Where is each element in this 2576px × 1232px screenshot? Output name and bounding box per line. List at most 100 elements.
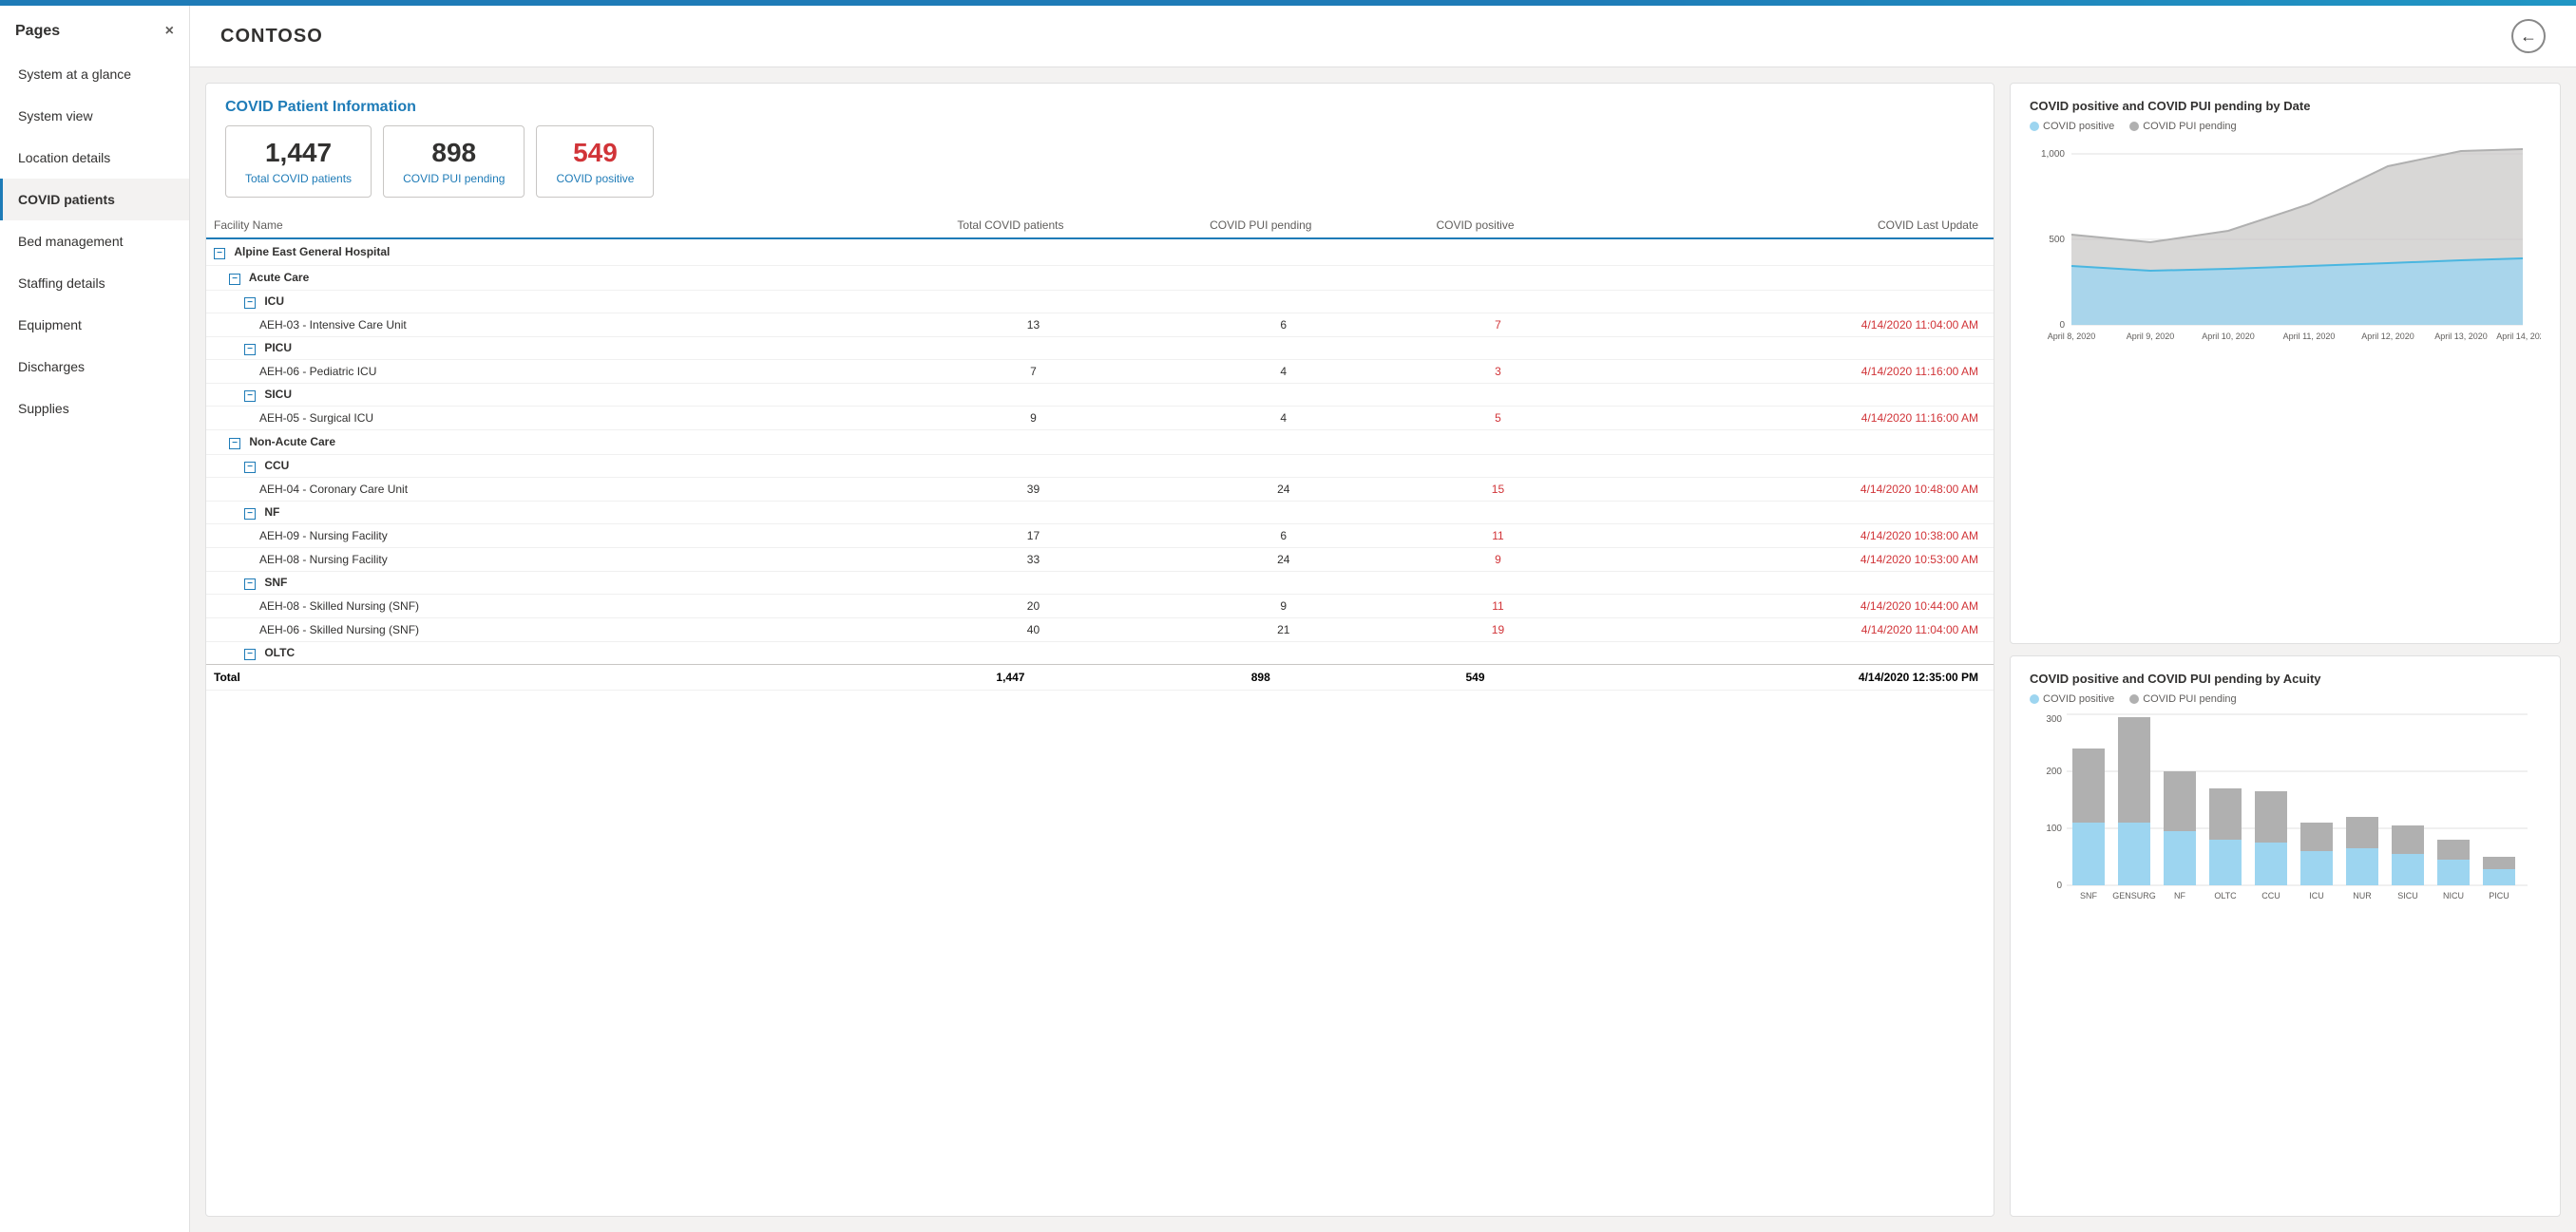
bar-legend-pui: COVID PUI pending — [2129, 693, 2236, 705]
subsubgroup-name: CCU — [264, 459, 289, 472]
row-positive: 7 — [1385, 313, 1564, 337]
expand-icon[interactable]: − — [229, 438, 240, 449]
total-row: Total 1,447 898 549 4/14/2020 12:35:00 P… — [206, 665, 1994, 691]
row-date: 4/14/2020 11:04:00 AM — [1565, 313, 1994, 337]
group-name: Alpine East General Hospital — [234, 245, 390, 258]
sidebar-item-system-view[interactable]: System view — [0, 95, 189, 137]
legend-label-pui: COVID PUI pending — [2143, 121, 2236, 132]
row-total: 17 — [886, 524, 1135, 548]
svg-text:200: 200 — [2046, 767, 2062, 777]
expand-icon[interactable]: − — [244, 649, 256, 660]
bar-nicu-positive — [2437, 860, 2470, 885]
row-pui: 21 — [1135, 618, 1385, 642]
subsubgroup-name: SICU — [264, 388, 292, 401]
bar-nicu-pui — [2437, 840, 2470, 860]
right-panel: COVID positive and COVID PUI pending by … — [2010, 83, 2561, 1217]
row-total: 33 — [886, 548, 1135, 572]
svg-text:500: 500 — [2049, 235, 2065, 245]
row-date: 4/14/2020 10:53:00 AM — [1565, 548, 1994, 572]
content-area: COVID Patient Information 1,447 Total CO… — [190, 67, 2576, 1232]
col-positive[interactable]: COVID positive — [1385, 213, 1564, 238]
bar-oltc-pui — [2209, 788, 2242, 840]
sidebar-item-system-at-a-glance[interactable]: System at a glance — [0, 53, 189, 95]
col-facility[interactable]: Facility Name — [206, 213, 886, 238]
sidebar-title: Pages — [15, 23, 60, 40]
bar-ccu-positive — [2255, 843, 2287, 885]
col-pui[interactable]: COVID PUI pending — [1135, 213, 1385, 238]
row-date: 4/14/2020 11:16:00 AM — [1565, 360, 1994, 384]
sidebar-item-bed-management[interactable]: Bed management — [0, 220, 189, 262]
row-positive: 9 — [1385, 548, 1564, 572]
bar-legend-label-pui: COVID PUI pending — [2143, 693, 2236, 705]
col-date[interactable]: COVID Last Update — [1565, 213, 1994, 238]
sidebar-item-staffing-details[interactable]: Staffing details — [0, 262, 189, 304]
table-row: AEH-05 - Surgical ICU 9 4 5 4/14/2020 11… — [206, 407, 1994, 430]
row-facility: AEH-06 - Skilled Nursing (SNF) — [206, 618, 886, 642]
close-icon[interactable]: × — [165, 23, 174, 40]
col-total[interactable]: Total COVID patients — [886, 213, 1135, 238]
bar-nf-positive — [2164, 831, 2196, 885]
row-positive: 5 — [1385, 407, 1564, 430]
legend-dot-pui — [2129, 122, 2139, 131]
sidebar-item-location-details[interactable]: Location details — [0, 137, 189, 179]
table-row: − Acute Care — [206, 266, 1994, 291]
expand-icon[interactable]: − — [244, 462, 256, 473]
row-date: 4/14/2020 10:44:00 AM — [1565, 595, 1994, 618]
expand-icon[interactable]: − — [244, 344, 256, 355]
row-positive: 11 — [1385, 595, 1564, 618]
stat-pui-number: 898 — [403, 138, 505, 168]
bar-sicu-pui — [2392, 825, 2424, 854]
expand-icon[interactable]: − — [214, 248, 225, 259]
expand-icon[interactable]: − — [244, 578, 256, 590]
table-row: AEH-08 - Skilled Nursing (SNF) 20 9 11 4… — [206, 595, 1994, 618]
svg-text:April 12, 2020: April 12, 2020 — [2361, 332, 2414, 341]
sidebar-item-covid-patients[interactable]: COVID patients — [0, 179, 189, 220]
svg-text:NUR: NUR — [2353, 891, 2372, 900]
legend-label-positive: COVID positive — [2043, 121, 2114, 132]
row-pui: 4 — [1135, 407, 1385, 430]
bar-chart-svg: 0 100 200 300 — [2030, 712, 2541, 902]
stat-total: 1,447 Total COVID patients — [225, 125, 372, 198]
expand-icon[interactable]: − — [244, 508, 256, 520]
table-container[interactable]: Facility Name Total COVID patients COVID… — [206, 213, 1994, 1216]
row-facility: AEH-06 - Pediatric ICU — [206, 360, 886, 384]
svg-text:300: 300 — [2046, 714, 2062, 725]
row-positive: 3 — [1385, 360, 1564, 384]
svg-text:OLTC: OLTC — [2214, 891, 2237, 900]
row-facility: AEH-08 - Skilled Nursing (SNF) — [206, 595, 886, 618]
sidebar-nav: System at a glance System view Location … — [0, 53, 189, 429]
back-button[interactable]: ← — [2511, 19, 2546, 53]
bar-legend-dot-positive — [2030, 694, 2039, 704]
legend-pui: COVID PUI pending — [2129, 121, 2236, 132]
data-table: Facility Name Total COVID patients COVID… — [206, 213, 1994, 691]
expand-icon[interactable]: − — [244, 297, 256, 309]
svg-text:April 8, 2020: April 8, 2020 — [2048, 332, 2096, 341]
bar-picu-positive — [2483, 869, 2515, 885]
row-pui: 24 — [1135, 548, 1385, 572]
subsubgroup-name: PICU — [264, 341, 292, 354]
bar-ccu-pui — [2255, 791, 2287, 843]
row-facility: AEH-09 - Nursing Facility — [206, 524, 886, 548]
bar-chart-container: 0 100 200 300 — [2030, 712, 2541, 1201]
page-title: CONTOSO — [220, 26, 323, 47]
legend-dot-positive — [2030, 122, 2039, 131]
table-row: − ICU — [206, 291, 1994, 313]
row-pui: 6 — [1135, 524, 1385, 548]
svg-text:NF: NF — [2174, 891, 2185, 900]
line-chart-legend: COVID positive COVID PUI pending — [2030, 121, 2541, 132]
subsubgroup-name: ICU — [264, 294, 284, 308]
expand-icon[interactable]: − — [229, 274, 240, 285]
table-row: − Alpine East General Hospital — [206, 238, 1994, 266]
bar-chart-title: COVID positive and COVID PUI pending by … — [2030, 672, 2541, 686]
stat-pui-label: COVID PUI pending — [403, 172, 505, 185]
expand-icon[interactable]: − — [244, 390, 256, 402]
sidebar-item-equipment[interactable]: Equipment — [0, 304, 189, 346]
sidebar-item-supplies[interactable]: Supplies — [0, 388, 189, 429]
svg-text:0: 0 — [2059, 320, 2065, 331]
row-total: 40 — [886, 618, 1135, 642]
table-row: − Non-Acute Care — [206, 430, 1994, 455]
bar-picu-pui — [2483, 857, 2515, 869]
sidebar-item-discharges[interactable]: Discharges — [0, 346, 189, 388]
stat-pui: 898 COVID PUI pending — [383, 125, 525, 198]
svg-text:April 10, 2020: April 10, 2020 — [2202, 332, 2255, 341]
